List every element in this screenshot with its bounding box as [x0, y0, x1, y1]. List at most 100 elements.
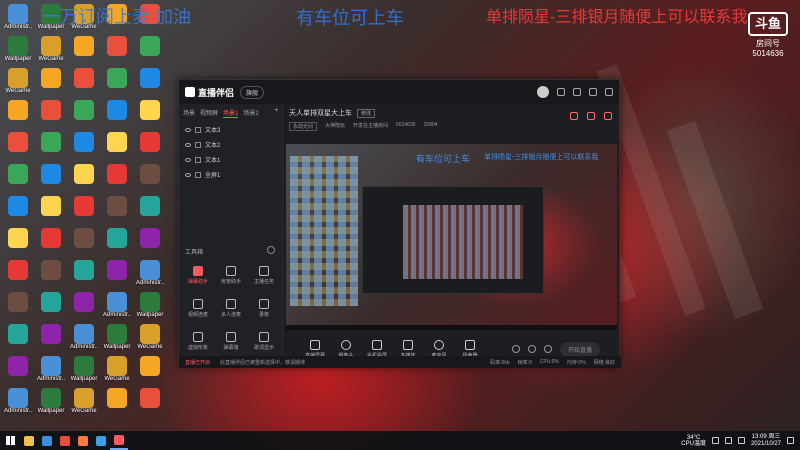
eye-icon[interactable]	[185, 127, 191, 132]
camera-toggle-icon[interactable]	[511, 345, 520, 353]
desktop-icon[interactable]	[134, 36, 166, 56]
desktop-icon[interactable]	[2, 324, 34, 344]
desktop-icon[interactable]	[68, 100, 100, 120]
desktop-icon[interactable]	[68, 196, 100, 216]
clock[interactable]: 13:09 周三 2021/10/27	[751, 434, 781, 448]
eye-icon[interactable]	[185, 172, 191, 177]
desktop-icon[interactable]: Wallpaper	[134, 292, 166, 319]
taskbar-media-button[interactable]	[74, 431, 92, 450]
desktop-icon[interactable]	[35, 196, 67, 216]
desktop-icon[interactable]	[2, 164, 34, 184]
eye-icon[interactable]	[185, 142, 191, 147]
desktop-icon[interactable]	[101, 132, 133, 152]
taskbar-obs-button[interactable]	[110, 431, 128, 450]
desktop-icon[interactable]	[35, 68, 67, 88]
close-icon[interactable]	[605, 88, 613, 96]
desktop-icon[interactable]	[68, 228, 100, 248]
network-icon[interactable]	[711, 437, 719, 444]
desktop-icon[interactable]	[2, 132, 34, 152]
desktop-icon[interactable]	[134, 356, 166, 376]
stream-preview[interactable]: 有车位可上车 单排陨星-三排银月随便上可以联系我	[286, 144, 617, 330]
tool-multi-link[interactable]: 多人连麦	[214, 299, 248, 318]
desktop-icon[interactable]	[35, 260, 67, 280]
tool-record[interactable]: 录像	[247, 299, 281, 318]
desktop-icon[interactable]	[2, 228, 34, 248]
desktop-icon[interactable]: Administr..	[134, 260, 166, 287]
desktop-icon[interactable]	[101, 388, 133, 408]
source-item[interactable]: 全屏1	[179, 167, 282, 182]
taskbar-edge-button[interactable]	[38, 431, 56, 450]
desktop-icon[interactable]	[35, 228, 67, 248]
gift-icon[interactable]	[570, 112, 578, 120]
tool-avatar[interactable]: 虚拟形象	[181, 332, 215, 351]
source-item[interactable]: 文本2	[179, 137, 282, 152]
desktop-icon[interactable]: Wallpaper	[68, 356, 100, 383]
desktop-icon[interactable]	[101, 68, 133, 88]
desktop-icon[interactable]: Administr..	[2, 4, 34, 31]
desktop-icon[interactable]	[134, 388, 166, 408]
desktop-icon[interactable]	[35, 324, 67, 344]
room-category[interactable]: 永劫无间	[289, 122, 318, 131]
desktop-icon[interactable]: Wallpaper	[2, 36, 34, 63]
desktop-icon[interactable]	[134, 132, 166, 152]
desktop-icon[interactable]	[101, 260, 133, 280]
mic-toggle-icon[interactable]	[527, 345, 536, 353]
desktop-icon[interactable]	[134, 100, 166, 120]
edit-title-button[interactable]: 修改	[357, 108, 376, 118]
tool-danmu-wall[interactable]: 弹幕墙	[214, 332, 248, 351]
settings-gear-icon[interactable]	[543, 345, 552, 353]
desktop-icon[interactable]	[68, 292, 100, 312]
desktop-icon[interactable]: WeGame	[134, 324, 166, 351]
maximize-icon[interactable]	[589, 88, 597, 96]
settings-icon[interactable]	[557, 88, 565, 96]
desktop-icon[interactable]	[2, 100, 34, 120]
desktop-icon[interactable]: WeGame	[68, 388, 100, 415]
desktop-icon[interactable]	[35, 100, 67, 120]
desktop-icon[interactable]	[35, 132, 67, 152]
tab-video[interactable]: 视频屏	[200, 108, 218, 118]
desktop-icon[interactable]	[35, 292, 67, 312]
source-item[interactable]: 文本3	[179, 122, 282, 137]
source-item[interactable]: 文本1	[179, 152, 282, 167]
desktop-icon[interactable]: WeGame	[101, 356, 133, 383]
notification-icon[interactable]	[787, 437, 794, 444]
volume-icon[interactable]	[724, 437, 732, 444]
desktop-icon[interactable]: Wallpaper	[35, 388, 67, 415]
desktop-icon[interactable]	[68, 36, 100, 56]
desktop-icon[interactable]	[101, 228, 133, 248]
desktop-icon[interactable]	[101, 100, 133, 120]
tool-tasks[interactable]: 主播任务	[247, 266, 281, 285]
tab-scene-1[interactable]: 场景1	[223, 108, 239, 118]
desktop-icon[interactable]: WeGame	[2, 68, 34, 95]
desktop-icon[interactable]	[101, 164, 133, 184]
desktop-icon[interactable]	[2, 196, 34, 216]
desktop-icon[interactable]	[134, 68, 166, 88]
eye-icon[interactable]	[185, 157, 191, 162]
desktop-icon[interactable]: Administr..	[68, 324, 100, 351]
minimize-icon[interactable]	[573, 88, 581, 96]
shop-icon[interactable]	[587, 112, 595, 120]
desktop-icon[interactable]	[68, 68, 100, 88]
desktop-icon[interactable]	[134, 196, 166, 216]
share-icon[interactable]	[604, 112, 612, 120]
desktop-icon[interactable]	[68, 164, 100, 184]
desktop-icon[interactable]	[2, 260, 34, 280]
desktop-icon[interactable]	[134, 228, 166, 248]
desktop-icon[interactable]	[2, 356, 34, 376]
tool-lyrics[interactable]: 歌词显示	[247, 332, 281, 351]
desktop-icon[interactable]: Administr..	[2, 388, 34, 415]
user-avatar[interactable]	[537, 86, 549, 98]
desktop-icon[interactable]: Administr..	[101, 292, 133, 319]
desktop-icon[interactable]	[101, 36, 133, 56]
ime-icon[interactable]	[737, 437, 745, 444]
desktop-icon[interactable]	[134, 164, 166, 184]
tab-scene-2[interactable]: 场景2	[243, 108, 258, 118]
desktop-icon[interactable]: WeGame	[35, 36, 67, 63]
desktop-icon[interactable]	[68, 132, 100, 152]
taskbar-qq-button[interactable]	[92, 431, 110, 450]
tab-scene[interactable]: 场景	[183, 108, 195, 118]
desktop-icon[interactable]	[35, 164, 67, 184]
go-live-button[interactable]: 开始直播	[559, 341, 600, 357]
mode-button[interactable]: 旗舰	[240, 85, 265, 99]
tool-danmu[interactable]: 弹幕助手	[181, 266, 215, 285]
